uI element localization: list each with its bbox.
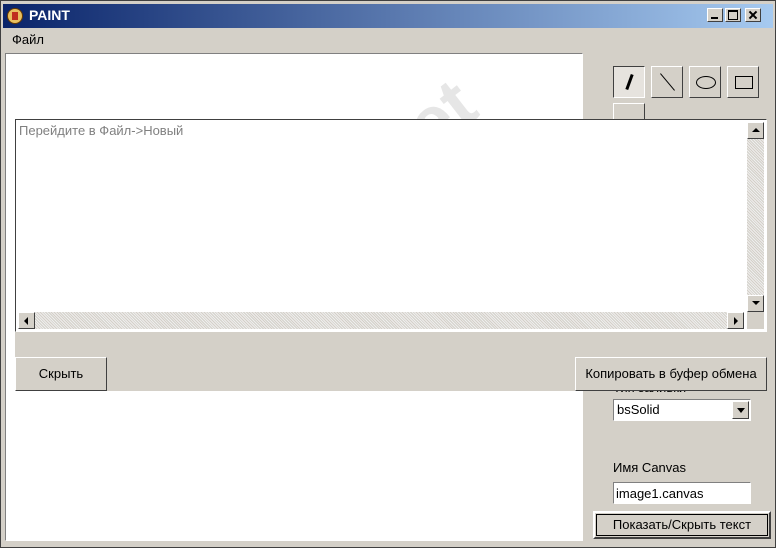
scroll-down-icon[interactable] [747,295,764,312]
ellipse-icon [696,76,716,89]
memo-text: Перейдите в Файл->Новый [19,123,184,138]
close-button[interactable] [745,8,761,22]
scroll-corner [747,312,764,329]
scroll-up-icon[interactable] [747,122,764,139]
hide-button[interactable]: Скрыть [15,357,107,391]
chevron-down-icon[interactable] [732,401,749,419]
minimize-button[interactable] [707,8,723,22]
pencil-icon [625,73,634,91]
window-title: PAINT [29,7,70,23]
scroll-left-icon[interactable] [18,312,35,329]
maximize-button[interactable] [725,8,741,22]
rectangle-icon [735,76,753,89]
title-bar[interactable]: PAINT [3,4,773,28]
canvas-name-input[interactable] [613,482,751,504]
app-window: PAINT Файл codeby.net Тип заливки bsSoli… [0,0,776,548]
text-memo[interactable]: Перейдите в Файл->Новый [15,119,767,332]
scroll-right-icon[interactable] [727,312,744,329]
line-icon [660,73,675,91]
rectangle-tool-button[interactable] [727,66,759,98]
horizontal-scrollbar[interactable] [18,312,744,329]
fill-type-select[interactable]: bsSolid [613,399,751,421]
ellipse-tool-button[interactable] [689,66,721,98]
text-panel: Перейдите в Файл->Новый Скрыть Копироват… [15,119,767,391]
app-icon [7,8,23,24]
show-hide-text-button[interactable]: Показать/Скрыть текст [593,511,771,539]
copy-to-clipboard-button[interactable]: Копировать в буфер обмена [575,357,767,391]
line-tool-button[interactable] [651,66,683,98]
fill-type-value: bsSolid [617,402,660,417]
canvas-name-label: Имя Canvas [613,460,687,475]
pencil-tool-button[interactable] [613,66,645,98]
menu-bar: Файл [3,29,773,51]
menu-file[interactable]: Файл [12,32,44,47]
vertical-scrollbar[interactable] [747,122,764,312]
